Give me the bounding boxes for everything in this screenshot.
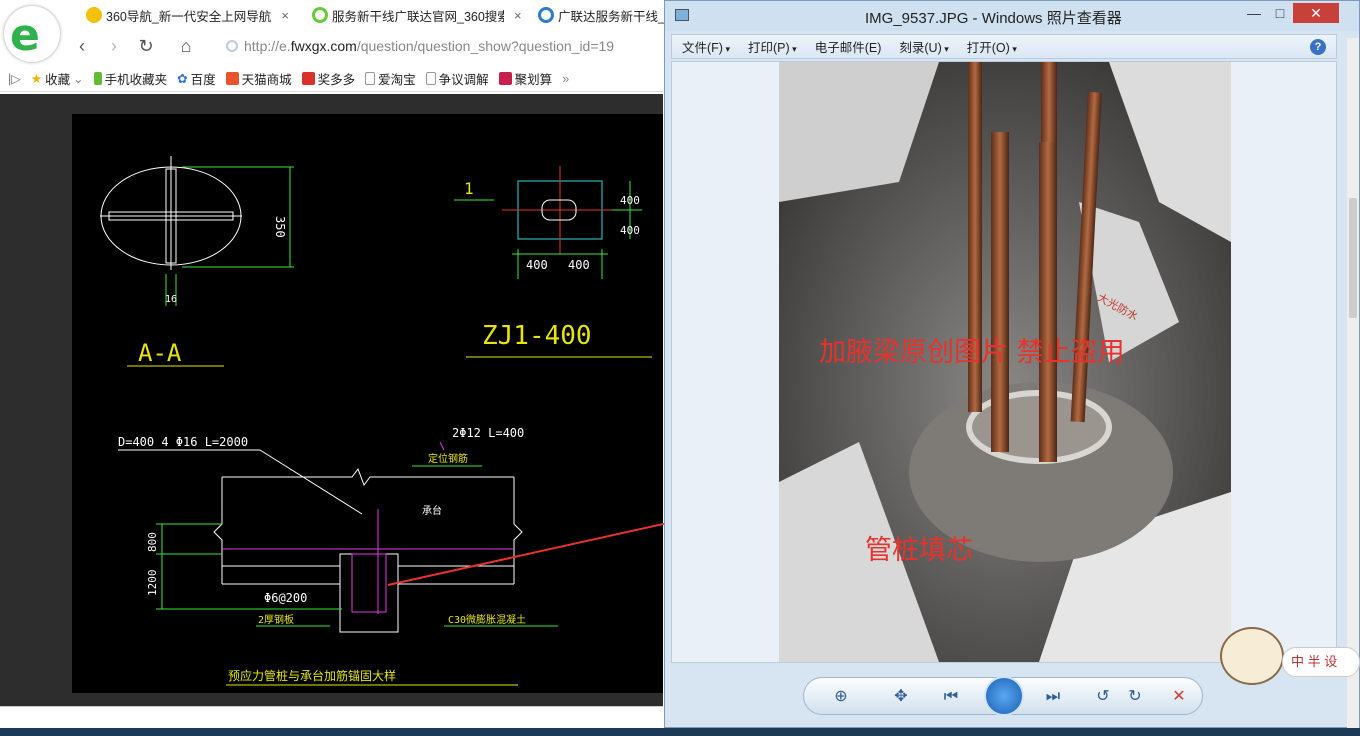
- zoom-icon[interactable]: ⊕: [830, 686, 852, 708]
- screen: e 360导航_新一代安全上网导航 × 服务新干线广联达官网_360搜索 × 广…: [0, 0, 1360, 736]
- maximize-button[interactable]: □: [1265, 3, 1295, 23]
- previous-icon[interactable]: ⏮: [940, 686, 962, 708]
- viewer-titlebar: IMG_9537.JPG - Windows 照片查看器 — □ ✕: [665, 1, 1359, 31]
- rotate-right-icon[interactable]: ↻: [1124, 686, 1146, 708]
- pile-fill-label: 管桩填芯: [865, 535, 973, 566]
- ime-mascot[interactable]: 中 半 设: [1214, 625, 1360, 695]
- cat-face-icon: [1220, 627, 1284, 685]
- actual-size-icon[interactable]: ✥: [890, 686, 912, 708]
- menu-open[interactable]: 打开(O): [967, 37, 1017, 56]
- menu-file[interactable]: 文件(F): [682, 37, 730, 56]
- taskbar: [0, 728, 1360, 736]
- viewer-toolbar: ⊕ ✥ ⏮ ⏭ ↺ ↻ ✕: [803, 676, 1203, 716]
- menu-print[interactable]: 打印(P): [748, 37, 797, 56]
- next-icon[interactable]: ⏭: [1042, 686, 1064, 708]
- photo-canvas: 大光防水 加腋梁原创图片 禁止盗用 管桩填芯: [671, 61, 1337, 663]
- photo-viewer-icon: [675, 9, 689, 21]
- watermark-text: 加腋梁原创图片 禁止盗用: [819, 337, 1125, 368]
- delete-icon[interactable]: ✕: [1168, 686, 1190, 708]
- photo-viewer-window: IMG_9537.JPG - Windows 照片查看器 — □ ✕ 文件(F)…: [664, 0, 1360, 728]
- viewer-menubar: 文件(F) 打印(P) 电子邮件(E) 刻录(U) 打开(O) ?: [671, 34, 1337, 59]
- help-icon[interactable]: ?: [1310, 39, 1326, 55]
- menu-burn[interactable]: 刻录(U): [899, 37, 948, 56]
- slideshow-button[interactable]: [984, 676, 1024, 716]
- scrollbar-thumb[interactable]: [1349, 198, 1357, 318]
- rotate-left-icon[interactable]: ↺: [1092, 686, 1114, 708]
- close-button[interactable]: ✕: [1293, 3, 1339, 23]
- site-photo: 大光防水 加腋梁原创图片 禁止盗用 管桩填芯: [779, 62, 1231, 662]
- menu-email[interactable]: 电子邮件(E): [815, 37, 882, 56]
- viewer-title: IMG_9537.JPG - Windows 照片查看器: [865, 10, 1122, 27]
- ime-status-text: 中 半 设: [1282, 647, 1360, 677]
